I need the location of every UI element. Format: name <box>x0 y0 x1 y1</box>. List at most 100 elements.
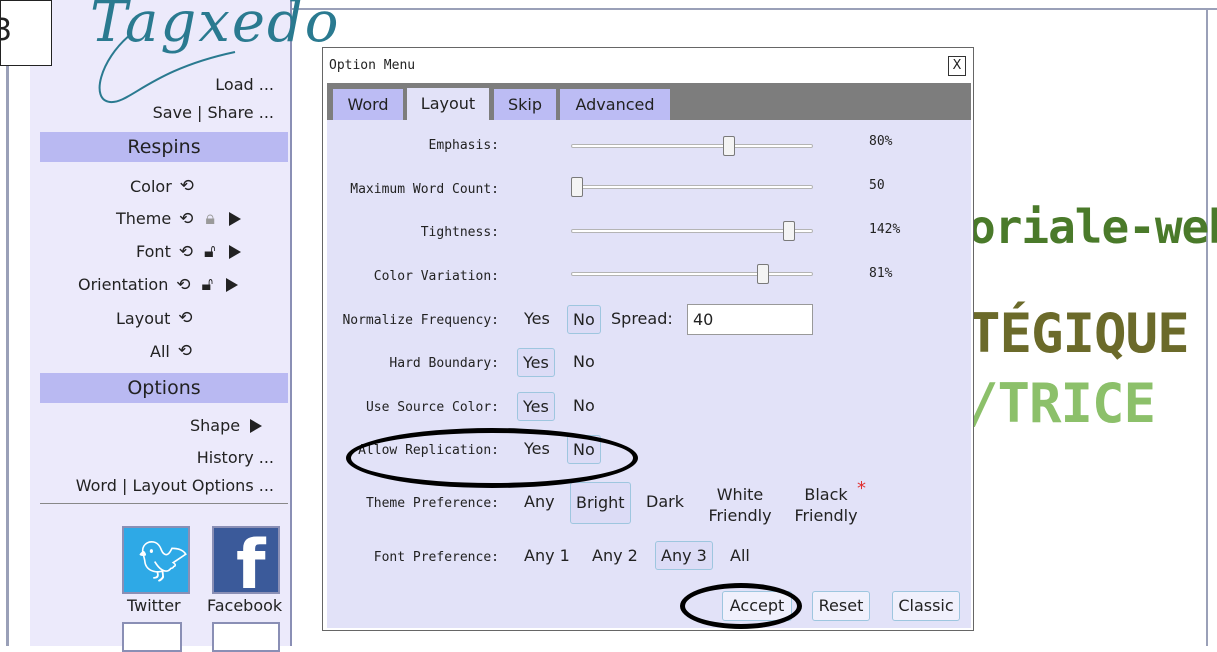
hard-boundary-no-option[interactable]: No <box>568 348 600 375</box>
tightness-slider-track[interactable] <box>571 229 813 233</box>
black-friendly-line1: Black <box>804 485 848 504</box>
save-share-link[interactable]: Save | Share ... <box>153 103 274 122</box>
facebook-f-icon: f <box>236 526 266 594</box>
color-variation-slider-track[interactable] <box>571 272 813 276</box>
annotation-oval-allow-replication <box>346 428 638 488</box>
font-any1-option[interactable]: Any 1 <box>519 542 575 569</box>
font-all-option[interactable]: All <box>725 542 755 569</box>
lock-open-icon[interactable]: 🔓︎ <box>201 241 219 262</box>
white-friendly-line2: Friendly <box>708 506 772 525</box>
normalize-no-option[interactable]: No <box>567 305 601 334</box>
annotation-oval-accept <box>680 583 802 629</box>
spread-label: Spread: <box>611 309 673 328</box>
normalize-frequency-label: Normalize Frequency: <box>342 313 499 328</box>
respin-color[interactable]: Color ⟲ <box>130 176 196 196</box>
respin-orientation[interactable]: Orientation ⟲ 🔓︎ <box>78 274 239 295</box>
right-border <box>1206 8 1208 646</box>
tab-skip[interactable]: Skip <box>494 89 556 120</box>
play-arrow-icon[interactable] <box>229 211 242 226</box>
refresh-icon[interactable]: ⟲ <box>177 242 195 262</box>
dialog-title: Option Menu <box>329 58 416 73</box>
respin-font[interactable]: Font ⟲ 🔓︎ <box>136 241 241 262</box>
shape-label: Shape <box>190 416 241 435</box>
respin-layout-label: Layout <box>116 308 171 328</box>
use-source-color-label: Use Source Color: <box>365 400 499 415</box>
respin-layout[interactable]: Layout ⟲ <box>116 308 194 328</box>
layout-tab-content: Emphasis: 80% Maximum Word Count: 50 Tig… <box>327 120 971 628</box>
play-arrow-icon[interactable] <box>228 244 241 259</box>
word-layout-options-link[interactable]: Word | Layout Options ... <box>76 476 274 495</box>
font-any3-option[interactable]: Any 3 <box>655 541 713 570</box>
refresh-icon[interactable]: ⟲ <box>177 209 195 229</box>
tab-advanced[interactable]: Advanced <box>560 89 670 120</box>
play-arrow-icon[interactable] <box>226 277 239 292</box>
lock-open-icon[interactable]: 🔓︎ <box>198 274 216 295</box>
respins-header: Respins <box>40 132 288 162</box>
respin-all[interactable]: All ⟲ <box>150 341 194 361</box>
color-variation-label: Color Variation: <box>373 269 499 284</box>
refresh-icon[interactable]: ⟲ <box>174 275 192 295</box>
options-header: Options <box>40 373 288 403</box>
theme-dark-option[interactable]: Dark <box>641 488 689 515</box>
twitter-bird-icon: 🐦︎ <box>138 539 189 585</box>
tightness-label: Tightness: <box>420 225 499 240</box>
emphasis-value: 80% <box>869 134 893 149</box>
hard-boundary-label: Hard Boundary: <box>389 356 499 371</box>
hard-boundary-yes-option[interactable]: Yes <box>517 348 555 377</box>
theme-bright-option[interactable]: Bright <box>570 482 631 524</box>
emphasis-label: Emphasis: <box>428 138 499 153</box>
facebook-button[interactable]: f <box>212 526 280 594</box>
twitter-button[interactable]: 🐦︎ <box>122 526 190 594</box>
respin-theme-label: Theme <box>116 209 172 228</box>
refresh-icon[interactable]: ⟲ <box>178 176 196 196</box>
spread-input[interactable]: 40 <box>687 304 813 335</box>
refresh-icon[interactable]: ⟲ <box>176 308 194 328</box>
theme-preference-label: Theme Preference: <box>365 496 499 511</box>
step-marker: 3 <box>0 0 52 66</box>
theme-any-option[interactable]: Any <box>519 488 560 515</box>
tab-bar: Word Layout Skip Advanced <box>327 83 971 121</box>
max-word-count-slider-thumb[interactable] <box>571 177 583 197</box>
facebook-label: Facebook <box>207 596 283 615</box>
lock-closed-icon[interactable]: 🔒︎ <box>201 208 219 229</box>
respin-theme[interactable]: Theme ⟲ 🔒︎ <box>116 208 242 229</box>
gallery-tile[interactable] <box>122 622 182 652</box>
step-marker-text: 3 <box>1 13 12 48</box>
cloud-word: /TRICE <box>966 372 1156 435</box>
classic-button[interactable]: Classic <box>892 591 960 621</box>
emphasis-slider-thumb[interactable] <box>722 136 735 156</box>
tightness-value: 142% <box>869 222 901 237</box>
reset-button[interactable]: Reset <box>812 591 870 621</box>
normalize-yes-option[interactable]: Yes <box>519 305 555 332</box>
max-word-count-slider-track[interactable] <box>571 185 813 189</box>
left-border <box>6 8 9 646</box>
history-link[interactable]: History ... <box>197 448 274 467</box>
shape-link[interactable]: Shape <box>190 416 263 435</box>
respin-color-label: Color <box>130 176 172 196</box>
tab-word[interactable]: Word <box>333 89 403 120</box>
required-star-icon: * <box>857 478 866 499</box>
close-button[interactable]: X <box>948 56 966 76</box>
max-word-count-label: Maximum Word Count: <box>350 182 499 197</box>
color-variation-slider-thumb[interactable] <box>757 264 770 284</box>
play-arrow-icon[interactable] <box>250 418 263 433</box>
load-link[interactable]: Load ... <box>215 75 274 94</box>
respin-orientation-label: Orientation <box>78 275 169 294</box>
theme-white-friendly-option[interactable]: White Friendly <box>705 484 775 526</box>
cloud-word: TÉGIQUE <box>968 302 1190 365</box>
respin-all-label: All <box>150 341 170 361</box>
font-any2-option[interactable]: Any 2 <box>587 542 643 569</box>
use-source-color-yes-option[interactable]: Yes <box>517 392 555 421</box>
tab-layout[interactable]: Layout <box>407 88 489 121</box>
color-variation-value: 81% <box>869 266 893 281</box>
mug-tile[interactable] <box>212 622 280 652</box>
use-source-color-no-option[interactable]: No <box>568 392 600 419</box>
emphasis-slider-track[interactable] <box>571 144 813 148</box>
tightness-slider-thumb[interactable] <box>782 221 795 241</box>
option-menu-dialog: Option Menu X Word Layout Skip Advanced … <box>322 47 974 631</box>
max-word-count-value: 50 <box>869 178 885 193</box>
font-preference-label: Font Preference: <box>373 550 499 565</box>
sidebar-divider <box>40 503 288 504</box>
refresh-icon[interactable]: ⟲ <box>176 341 194 361</box>
theme-black-friendly-option[interactable]: Black Friendly <box>789 484 863 526</box>
